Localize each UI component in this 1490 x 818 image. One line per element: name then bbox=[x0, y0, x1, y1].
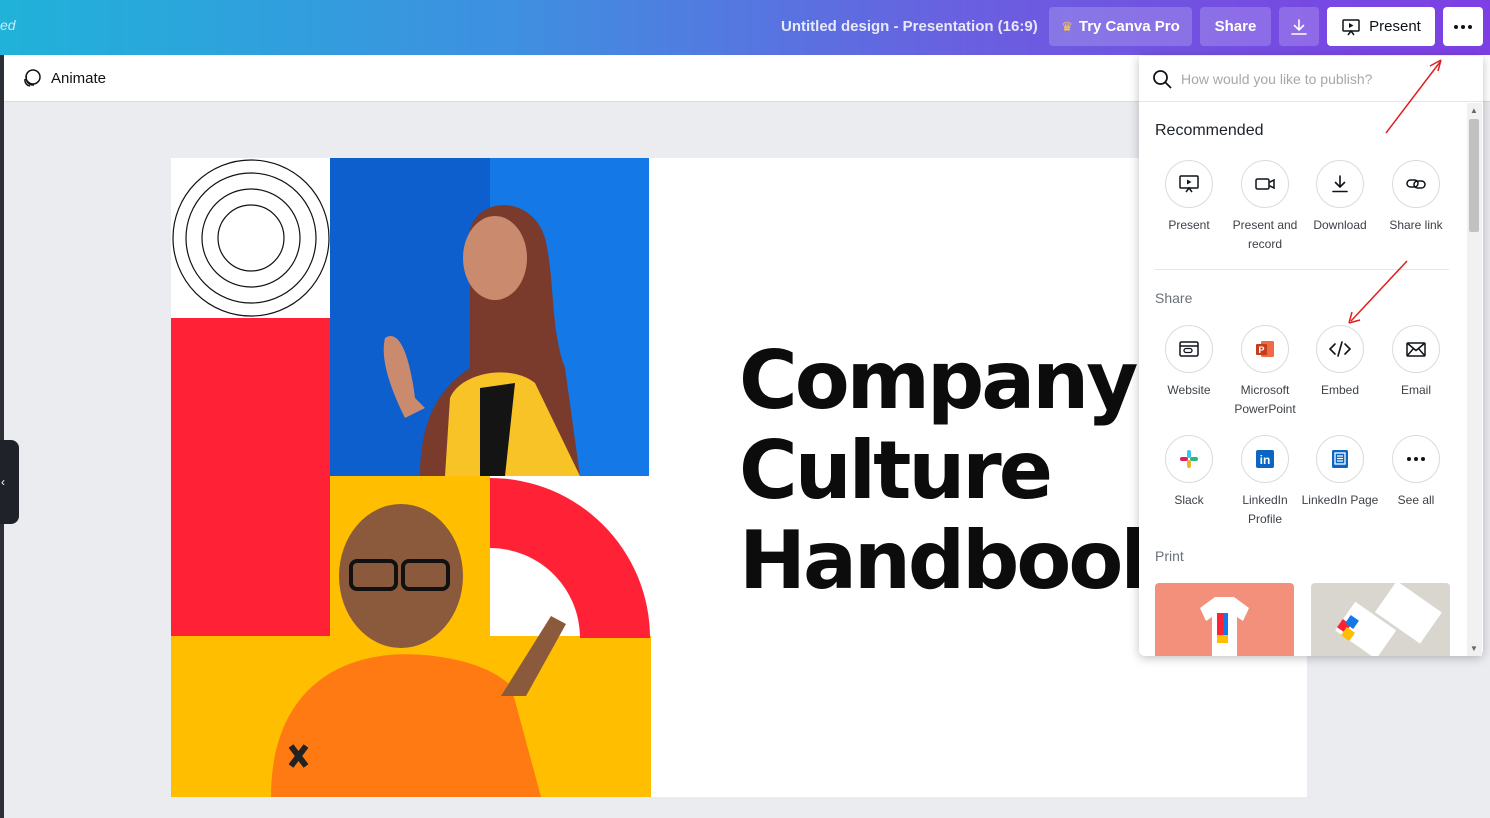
option-download[interactable]: Download bbox=[1300, 160, 1380, 235]
concentric-circles-graphic bbox=[172, 159, 330, 317]
more-options-button[interactable] bbox=[1443, 7, 1483, 46]
present-button[interactable]: Present bbox=[1327, 7, 1435, 46]
download-icon bbox=[1291, 18, 1307, 35]
publish-search bbox=[1139, 56, 1483, 102]
recommended-heading: Recommended bbox=[1155, 122, 1264, 139]
svg-text:in: in bbox=[1260, 453, 1271, 467]
linkedin-page-icon bbox=[1332, 450, 1348, 468]
option-label: Slack bbox=[1174, 493, 1204, 507]
download-icon bbox=[1332, 175, 1348, 193]
tshirt-image bbox=[1155, 583, 1294, 656]
link-icon bbox=[1406, 179, 1426, 189]
left-sidebar-edge bbox=[0, 55, 4, 818]
top-bar: ed Untitled design - Presentation (16:9)… bbox=[0, 0, 1490, 55]
svg-text:P: P bbox=[1258, 345, 1264, 355]
publish-search-input[interactable] bbox=[1181, 68, 1461, 90]
animate-button[interactable]: Animate bbox=[22, 68, 106, 88]
option-slack[interactable]: Slack bbox=[1149, 435, 1229, 510]
publish-menu-panel: Recommended Present Present and record D… bbox=[1139, 56, 1483, 656]
option-present[interactable]: Present bbox=[1149, 160, 1229, 235]
collapse-sidebar-button[interactable]: ‹ bbox=[0, 440, 19, 524]
option-label: LinkedIn Profile bbox=[1242, 493, 1288, 526]
slide-title[interactable]: Company Culture Handbook bbox=[739, 334, 1174, 607]
search-icon bbox=[1153, 70, 1172, 89]
more-horizontal-icon bbox=[1407, 457, 1425, 461]
slide-canvas[interactable]: Company Culture Handbook bbox=[171, 158, 1307, 797]
document-title[interactable]: Untitled design - Presentation (16:9) bbox=[781, 18, 1038, 35]
slide-title-line-2: Culture bbox=[739, 424, 1053, 517]
option-label: Present and record bbox=[1232, 218, 1298, 251]
scroll-down-arrow-icon[interactable]: ▼ bbox=[1470, 644, 1478, 653]
try-canva-pro-label: Try Canva Pro bbox=[1078, 18, 1180, 35]
present-icon bbox=[1342, 18, 1360, 35]
try-canva-pro-button[interactable]: ♛ Try Canva Pro bbox=[1049, 7, 1192, 46]
red-arc-graphic bbox=[490, 478, 650, 638]
save-status-text: ed bbox=[0, 17, 16, 33]
print-tshirt-card[interactable] bbox=[1155, 583, 1294, 656]
embed-code-icon bbox=[1328, 341, 1352, 357]
website-icon bbox=[1179, 341, 1199, 357]
option-label: Website bbox=[1167, 383, 1211, 397]
slack-icon bbox=[1180, 450, 1198, 468]
animate-label: Animate bbox=[51, 69, 107, 87]
linkedin-icon: in bbox=[1256, 450, 1274, 468]
option-see-all[interactable]: See all bbox=[1376, 435, 1456, 510]
powerpoint-icon: P bbox=[1256, 341, 1274, 357]
option-present-and-record[interactable]: Present and record bbox=[1225, 160, 1305, 254]
scrollbar-thumb[interactable] bbox=[1469, 119, 1479, 232]
print-business-card[interactable] bbox=[1311, 583, 1450, 656]
animate-icon bbox=[24, 69, 41, 87]
option-label: See all bbox=[1397, 493, 1435, 507]
share-button-label: Share bbox=[1214, 18, 1257, 35]
option-share-link[interactable]: Share link bbox=[1376, 160, 1456, 235]
woman-photo bbox=[330, 158, 649, 476]
option-label: LinkedIn Page bbox=[1301, 493, 1379, 507]
option-linkedin-page[interactable]: LinkedIn Page bbox=[1300, 435, 1380, 510]
option-label: Share link bbox=[1389, 218, 1443, 232]
panel-scrollbar[interactable]: ▲ ▼ bbox=[1467, 103, 1482, 656]
record-video-icon bbox=[1255, 178, 1275, 190]
download-button[interactable] bbox=[1279, 7, 1319, 46]
option-label: Microsoft PowerPoint bbox=[1234, 383, 1296, 416]
share-button[interactable]: Share bbox=[1200, 7, 1271, 46]
email-icon bbox=[1406, 342, 1426, 357]
scroll-up-arrow-icon[interactable]: ▲ bbox=[1470, 106, 1478, 115]
option-label: Embed bbox=[1320, 383, 1360, 397]
slide-title-line-3: Handbook bbox=[739, 514, 1174, 607]
slide-title-line-1: Company bbox=[739, 334, 1138, 427]
chevron-left-icon: ‹ bbox=[1, 475, 5, 489]
print-heading: Print bbox=[1155, 548, 1184, 564]
option-label: Download bbox=[1313, 218, 1367, 232]
option-email[interactable]: Email bbox=[1376, 325, 1456, 400]
section-divider bbox=[1155, 269, 1449, 270]
more-horizontal-icon bbox=[1454, 24, 1472, 29]
present-icon bbox=[1179, 175, 1199, 193]
option-website[interactable]: Website bbox=[1149, 325, 1229, 400]
option-linkedin-profile[interactable]: in LinkedIn Profile bbox=[1225, 435, 1305, 529]
business-cards-image bbox=[1311, 583, 1450, 656]
share-heading: Share bbox=[1155, 290, 1193, 306]
crown-icon: ♛ bbox=[1061, 18, 1073, 34]
present-button-label: Present bbox=[1369, 18, 1421, 35]
option-embed[interactable]: Embed bbox=[1300, 325, 1380, 400]
option-label: Email bbox=[1400, 383, 1431, 397]
option-microsoft-powerpoint[interactable]: P Microsoft PowerPoint bbox=[1225, 325, 1305, 419]
option-label: Present bbox=[1168, 218, 1210, 232]
